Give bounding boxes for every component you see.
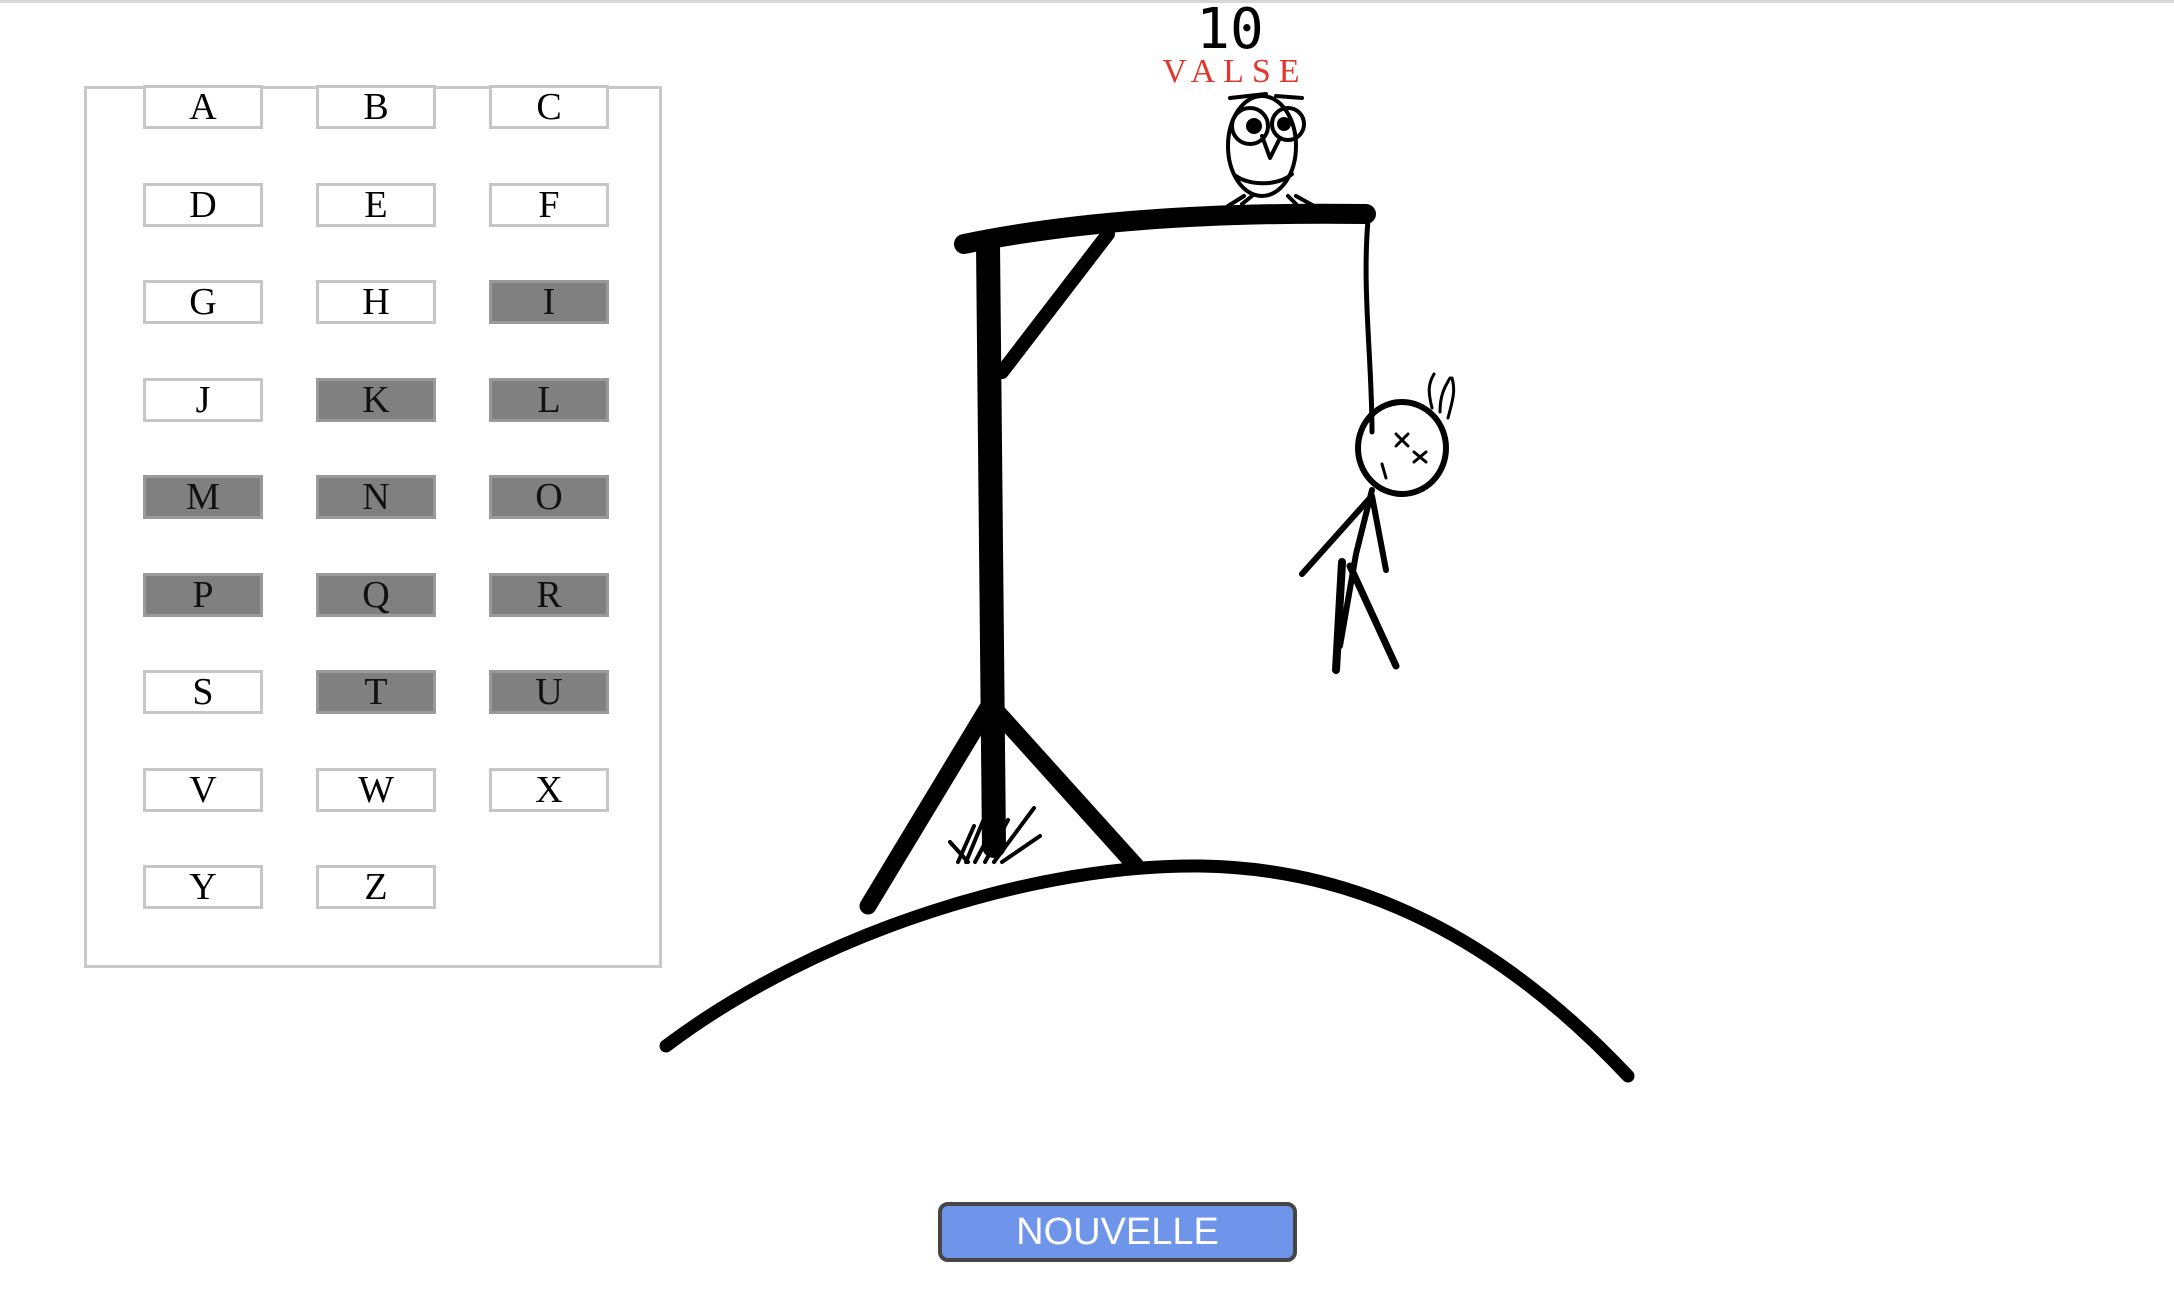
bird: [1226, 92, 1316, 208]
hangman-game: 10 VALSE A B C D E F G H I J K L M N O P…: [0, 0, 2174, 1296]
new-game-button[interactable]: NOUVELLE: [938, 1202, 1297, 1262]
hill: [659, 859, 1635, 1083]
hangman-drawing: [659, 92, 1635, 1083]
hanged-figure: [1299, 372, 1456, 674]
gallows: [859, 203, 1376, 915]
